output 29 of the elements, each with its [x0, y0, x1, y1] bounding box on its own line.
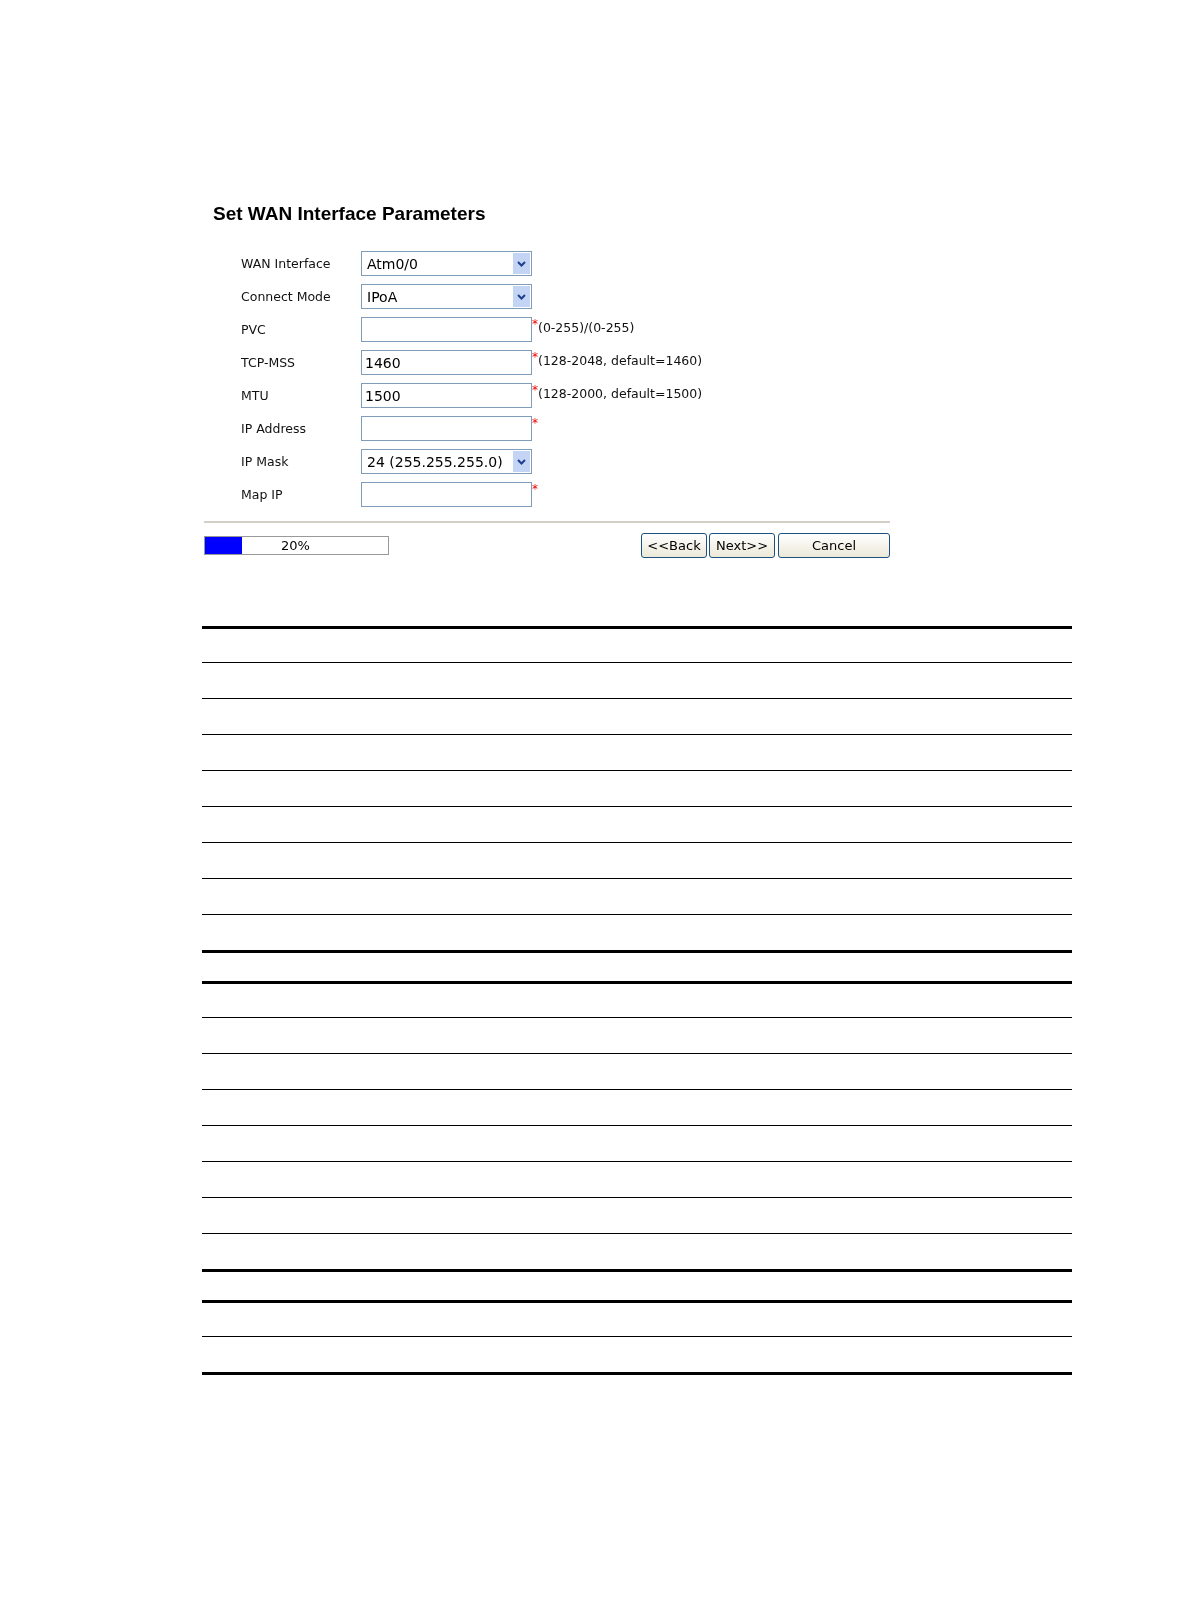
field-label: TCP-MSS [241, 355, 297, 370]
input-field[interactable] [361, 317, 532, 342]
input-field[interactable]: 1460 [361, 350, 532, 375]
field-label: MTU [241, 388, 270, 403]
field-label: WAN Interface [241, 256, 332, 271]
field-hint: (128-2048, default=1460) [538, 353, 703, 368]
progress-reading: 20% [281, 538, 310, 553]
field-label: Connect Mode [241, 289, 332, 304]
field-hint: (128-2000, default=1500) [538, 386, 703, 401]
dropdown[interactable]: IPoA [361, 284, 532, 309]
field-label: IP Address [241, 421, 307, 436]
dropdown[interactable]: Atm0/0 [361, 251, 532, 276]
dropdown[interactable]: 24 (255.255.255.0) [361, 449, 532, 474]
input-field[interactable] [361, 416, 532, 441]
required-mark: * [532, 383, 538, 397]
field-label: PVC [241, 322, 267, 337]
required-mark: * [532, 482, 538, 496]
input-field[interactable] [361, 482, 532, 507]
wizard-button[interactable]: <<Back [641, 533, 707, 558]
wizard-button[interactable]: Cancel [778, 533, 890, 558]
input-field[interactable]: 1500 [361, 383, 532, 408]
wizard-button[interactable]: Next>> [709, 533, 775, 558]
field-label: Map IP [241, 487, 284, 502]
field-label: IP Mask [241, 454, 290, 469]
field-hint: (0-255)/(0-255) [538, 320, 635, 335]
required-mark: * [532, 350, 538, 364]
page-title: Set WAN Interface Parameters [212, 203, 487, 226]
required-mark: * [532, 317, 538, 331]
required-mark: * [532, 416, 538, 430]
